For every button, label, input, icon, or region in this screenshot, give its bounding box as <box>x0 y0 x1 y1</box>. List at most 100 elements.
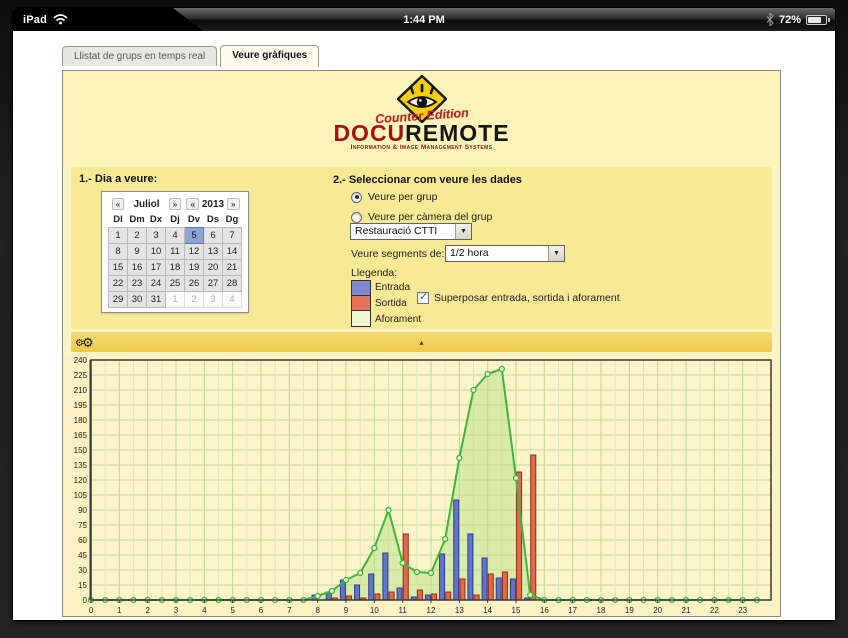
calendar-day[interactable]: 4 <box>166 228 185 244</box>
chart-toolbar: ⚙ ⚙ ▴ <box>71 332 772 352</box>
calendar-day[interactable]: 30 <box>128 292 147 308</box>
svg-text:150: 150 <box>74 446 88 455</box>
section1-title: 1.- Dia a veure: <box>79 173 157 185</box>
calendar-day[interactable]: 22 <box>109 276 128 292</box>
svg-text:210: 210 <box>74 386 88 395</box>
tab-veure-grafiques[interactable]: Veure gràfiques <box>220 45 319 67</box>
svg-text:225: 225 <box>74 371 88 380</box>
calendar-day[interactable]: 2 <box>128 228 147 244</box>
legend-swatch-entrada <box>352 281 370 296</box>
svg-text:180: 180 <box>74 416 88 425</box>
calendar-day[interactable]: 29 <box>109 292 128 308</box>
segments-label: Veure segments de: <box>351 248 444 260</box>
svg-text:13: 13 <box>455 606 464 615</box>
svg-text:16: 16 <box>540 606 549 615</box>
svg-text:6: 6 <box>259 606 264 615</box>
calendar-day[interactable]: 14 <box>223 244 242 260</box>
svg-text:4: 4 <box>202 606 207 615</box>
tab-llistat-grups[interactable]: Llistat de grups en temps real <box>62 46 217 66</box>
svg-text:17: 17 <box>568 606 577 615</box>
svg-text:105: 105 <box>74 491 88 500</box>
radio-row-camera: Veure per càmera del grup <box>351 211 492 223</box>
calendar-day[interactable]: 23 <box>128 276 147 292</box>
calendar-prev-year[interactable]: « <box>186 198 199 210</box>
calendar-day[interactable]: 1 <box>109 228 128 244</box>
calendar-day[interactable]: 25 <box>166 276 185 292</box>
calendar-day[interactable]: 7 <box>223 228 242 244</box>
calendar-day[interactable]: 16 <box>128 260 147 276</box>
main-panel: Counter Edition DOCUREMOTE Information &… <box>62 70 781 617</box>
svg-text:14: 14 <box>483 606 492 615</box>
legend-label: Llegenda: <box>351 267 397 279</box>
calendar-day[interactable]: 20 <box>204 260 223 276</box>
calendar-month: Juliol <box>128 196 166 212</box>
brand-remote: REMOTE <box>405 120 509 146</box>
svg-text:1: 1 <box>117 606 122 615</box>
svg-text:75: 75 <box>78 521 87 530</box>
calendar-prev-month[interactable]: « <box>112 198 125 210</box>
svg-text:15: 15 <box>78 581 87 590</box>
segments-select[interactable]: 1/2 hora ▼ <box>445 245 565 262</box>
weekday-label: Dv <box>185 212 204 228</box>
radio-veure-per-grup[interactable] <box>351 192 362 203</box>
superposar-checkbox[interactable] <box>417 292 429 304</box>
svg-text:30: 30 <box>78 566 87 575</box>
svg-text:135: 135 <box>74 461 88 470</box>
calendar-day[interactable]: 12 <box>185 244 204 260</box>
svg-text:240: 240 <box>74 356 88 365</box>
superposar-check-row: Superposar entrada, sortida i aforament <box>417 292 620 304</box>
svg-text:165: 165 <box>74 431 88 440</box>
calendar-year: « 2013 » <box>185 196 242 212</box>
calendar-day[interactable]: 15 <box>109 260 128 276</box>
gear-icon[interactable]: ⚙ <box>82 336 94 349</box>
calendar-day[interactable]: 31 <box>147 292 166 308</box>
calendar-next-month[interactable]: » <box>169 198 182 210</box>
group-select-value: Restauració CTTI <box>351 224 455 239</box>
legend-item-label: Sortida <box>375 296 421 312</box>
svg-text:11: 11 <box>399 606 408 615</box>
weekday-label: Dx <box>147 212 166 228</box>
calendar-day[interactable]: 1 <box>166 292 185 308</box>
calendar-day[interactable]: 5 <box>185 228 204 244</box>
calendar-day[interactable]: 27 <box>204 276 223 292</box>
calendar-day[interactable]: 19 <box>185 260 204 276</box>
calendar-day[interactable]: 9 <box>128 244 147 260</box>
calendar-next-year[interactable]: » <box>227 198 240 210</box>
calendar-day[interactable]: 21 <box>223 260 242 276</box>
calendar-day[interactable]: 4 <box>223 292 242 308</box>
calendar-day[interactable]: 11 <box>166 244 185 260</box>
screen: iPad 1:44 PM 72% Llistat de grups en tem… <box>13 8 835 620</box>
ipad-frame: iPad 1:44 PM 72% Llistat de grups en tem… <box>0 0 848 638</box>
segments-select-value: 1/2 hora <box>446 246 548 261</box>
calendar-day[interactable]: 13 <box>204 244 223 260</box>
status-bar: iPad 1:44 PM 72% <box>13 8 835 31</box>
svg-text:20: 20 <box>653 606 662 615</box>
svg-text:2: 2 <box>145 606 150 615</box>
group-select[interactable]: Restauració CTTI ▼ <box>350 223 472 240</box>
legend-labels: EntradaSortidaAforament <box>375 280 421 328</box>
calendar-day[interactable]: 10 <box>147 244 166 260</box>
calendar-day[interactable]: 3 <box>204 292 223 308</box>
superposar-label: Superposar entrada, sortida i aforament <box>434 292 620 304</box>
radio-veure-per-camera[interactable] <box>351 212 362 223</box>
weekday-label: Dj <box>166 212 185 228</box>
calendar-day[interactable]: 24 <box>147 276 166 292</box>
svg-text:10: 10 <box>370 606 379 615</box>
calendar-day[interactable]: 28 <box>223 276 242 292</box>
chevron-down-icon: ▼ <box>548 246 564 261</box>
svg-text:90: 90 <box>78 506 87 515</box>
calendar-day[interactable]: 17 <box>147 260 166 276</box>
svg-text:19: 19 <box>625 606 634 615</box>
calendar-day[interactable]: 18 <box>166 260 185 276</box>
calendar-day[interactable]: 26 <box>185 276 204 292</box>
svg-text:15: 15 <box>512 606 521 615</box>
svg-text:8: 8 <box>315 606 320 615</box>
calendar-day[interactable]: 2 <box>185 292 204 308</box>
weekday-label: Ds <box>204 212 223 228</box>
calendar-day[interactable]: 3 <box>147 228 166 244</box>
calendar-day[interactable]: 6 <box>204 228 223 244</box>
clock: 1:44 PM <box>13 8 835 31</box>
calendar-day[interactable]: 8 <box>109 244 128 260</box>
svg-text:0: 0 <box>89 606 94 615</box>
collapse-panel-icon[interactable]: ▴ <box>419 338 423 347</box>
